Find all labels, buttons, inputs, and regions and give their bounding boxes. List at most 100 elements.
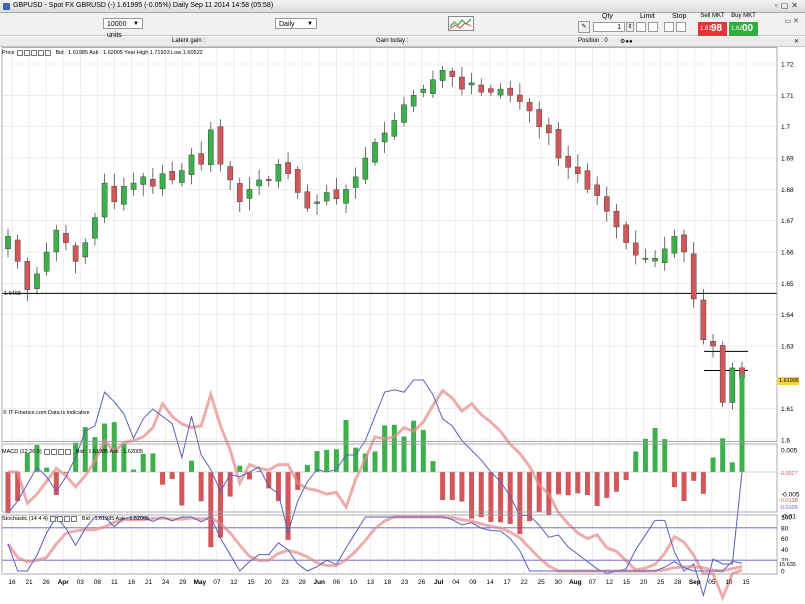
macd-histogram-bar (459, 472, 465, 502)
date-tick-label: 21 (25, 579, 33, 586)
candle-body (352, 176, 359, 188)
candle-body (420, 88, 427, 93)
candle-body (575, 166, 581, 174)
candle-body (256, 179, 262, 187)
candle-body (121, 185, 127, 205)
close-panel-icon[interactable] (38, 49, 45, 56)
price-tick-label: 1.6 (781, 438, 790, 445)
close-panel-icon[interactable] (65, 448, 72, 455)
candle-body (488, 88, 494, 93)
date-tick-label: 16 (8, 579, 16, 586)
units-select[interactable]: 10000 units ▼ (103, 18, 143, 39)
macd-histogram-bar (710, 457, 716, 472)
price-tick-label: 1.65 (781, 281, 794, 288)
macd-histogram-bar (720, 438, 726, 472)
date-tick-label: 17 (503, 579, 511, 586)
macd-tick-label: 0.005 (781, 448, 798, 455)
date-tick-label: 21 (145, 579, 153, 586)
macd-histogram-bar (420, 429, 426, 472)
panel-window-controls[interactable]: ▭✕ (785, 17, 801, 25)
qty-stepper[interactable]: ⇕ (626, 22, 634, 32)
date-tick-label: May (193, 579, 206, 586)
close-panel-icon[interactable] (71, 515, 78, 522)
macd-histogram-bar (652, 428, 658, 472)
macd-panel-label: MACD (12 26 9) (2, 449, 42, 455)
window-icon[interactable] (24, 49, 31, 56)
stop-field[interactable] (676, 22, 686, 32)
sell-market-button[interactable]: 1.61 98 (698, 22, 727, 36)
macd-histogram-bar (565, 472, 571, 496)
position-info: Position : 0 (578, 38, 608, 44)
date-tick-label: 15 (247, 579, 255, 586)
draw-tool-icon[interactable] (17, 49, 24, 56)
macd-histogram-bar (372, 451, 378, 472)
price-panel-header: Price Bid : 1.61985 Ask : 1.62005 Year H… (2, 49, 203, 57)
candle-body (63, 233, 69, 243)
candle-body (34, 273, 40, 289)
qty-input[interactable]: 1 (593, 22, 625, 32)
candle-body (188, 154, 195, 175)
app-icon (3, 3, 10, 10)
limit-label: Limit (640, 13, 655, 20)
price-header-info: Bid : 1.61985 Ask : 1.62005 Year High 1.… (55, 50, 203, 56)
chart-type-icon[interactable] (448, 16, 474, 31)
candle-body (536, 109, 542, 127)
window-controls[interactable]: ▫▢✕ (775, 1, 801, 10)
price-tick-label: 1.64 (781, 312, 794, 319)
hline-label: 1.6468 (4, 291, 21, 297)
date-tick-label: 15 (742, 579, 750, 586)
candle-body (179, 170, 185, 183)
buy-market-button[interactable]: 1.62 00 (729, 22, 758, 36)
macd-histogram-bar (604, 472, 610, 498)
date-tick-label: 20 (264, 579, 272, 586)
date-tick-label: 05 (708, 579, 716, 586)
date-tick-label: 13 (367, 579, 375, 586)
stoch-panel-header: Stochastic (14 4 4) Bid : 1.61985 Ask : … (2, 515, 149, 523)
candle-body (459, 76, 465, 90)
position-tools-icon[interactable]: ⚙●● (620, 38, 633, 45)
position-infobar: Latent gain : Gain today : Position : 0 … (0, 37, 805, 47)
macd-histogram-bar (478, 472, 484, 518)
macd-histogram-bar (5, 472, 11, 514)
stop-checkbox[interactable] (664, 22, 674, 32)
close-icon[interactable]: ✕ (794, 38, 799, 45)
candle-body (652, 258, 658, 262)
limit-field[interactable] (648, 22, 658, 32)
stoch-tag: 15.635 (778, 561, 799, 569)
ticket-icon[interactable]: ✎ (578, 21, 590, 33)
macd-histogram-bar (507, 472, 513, 524)
gain-today: Gain today : (376, 38, 409, 44)
macd-histogram-bar (691, 472, 697, 481)
window-icon[interactable] (51, 448, 58, 455)
candle-body (681, 234, 687, 253)
candle-body (594, 184, 600, 196)
period-select[interactable]: Daily ▼ (275, 18, 317, 29)
settings-icon[interactable] (58, 448, 65, 455)
window-icon[interactable] (57, 515, 64, 522)
candle-body (401, 104, 407, 123)
date-tick-label: 23 (401, 579, 409, 586)
macd-tag-blue: -0.0105 (778, 504, 799, 512)
candle-body (294, 169, 301, 193)
candle-body (565, 155, 571, 168)
qty-label: Qty (602, 13, 613, 20)
price-panel-label: Price (2, 50, 15, 56)
macd-histogram-bar (314, 451, 320, 472)
macd-histogram-bar (343, 419, 349, 472)
macd-histogram-bar (729, 462, 735, 472)
candle-body (671, 236, 678, 254)
candle-body (449, 70, 456, 77)
settings-icon[interactable] (64, 515, 71, 522)
zoom-icon[interactable] (45, 49, 52, 56)
candle-body (468, 82, 475, 86)
draw-tool-icon[interactable] (50, 515, 57, 522)
candle-body (24, 261, 31, 290)
settings-icon[interactable] (31, 49, 38, 56)
limit-checkbox[interactable] (636, 22, 646, 32)
stoch-tick-label: 0 (781, 569, 785, 576)
date-tick-label: Jun (313, 579, 325, 586)
chevron-down-icon: ▼ (133, 21, 139, 27)
draw-tool-icon[interactable] (44, 448, 51, 455)
candle-body (198, 153, 204, 165)
macd-histogram-bar (333, 449, 339, 472)
